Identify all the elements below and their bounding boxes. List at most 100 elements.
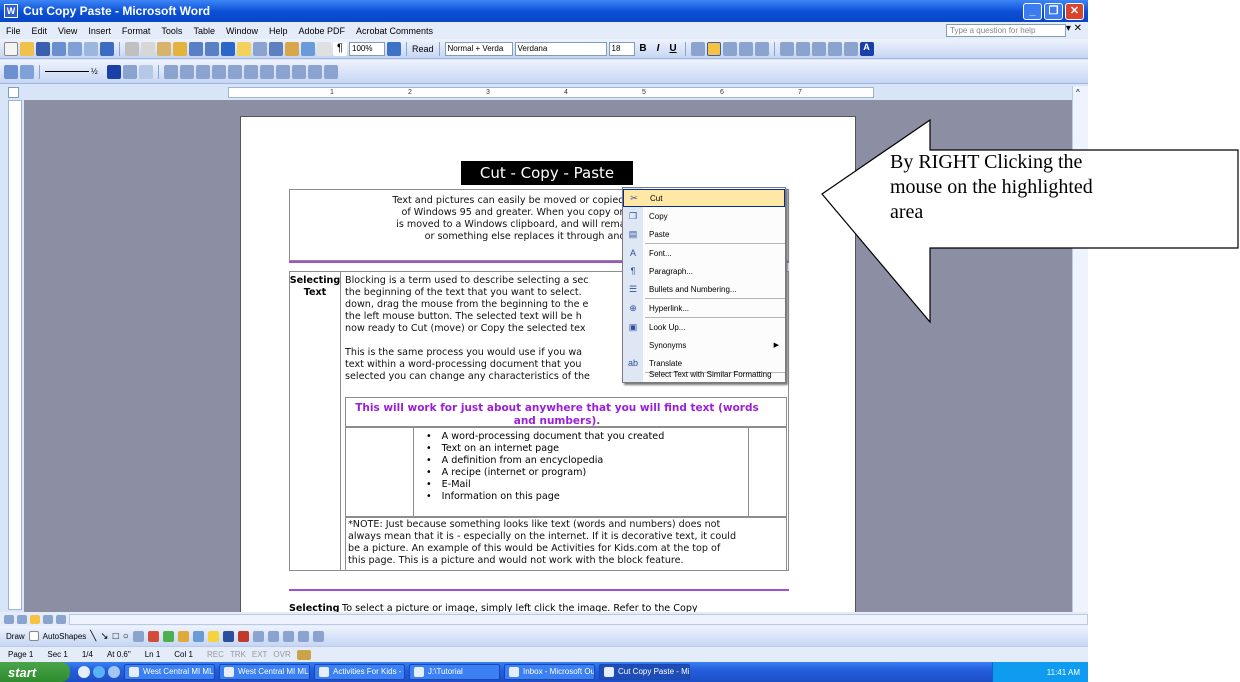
- hyperlink-icon[interactable]: [221, 41, 235, 56]
- copy-icon[interactable]: [141, 41, 155, 56]
- menu-window[interactable]: Window: [226, 26, 258, 36]
- ctx-cut[interactable]: ✂ Cut: [623, 189, 785, 207]
- distribute-columns-icon[interactable]: [244, 64, 258, 79]
- draw-menu[interactable]: Draw: [6, 632, 25, 641]
- autosum-icon[interactable]: [324, 64, 338, 79]
- ctx-bullets[interactable]: ☰ Bullets and Numbering...: [623, 280, 785, 298]
- status-ext[interactable]: EXT: [252, 650, 268, 659]
- permission-icon[interactable]: [52, 41, 66, 56]
- wordart-icon[interactable]: [147, 630, 159, 642]
- outline-view-icon[interactable]: [43, 614, 53, 624]
- format-painter-icon[interactable]: [173, 41, 187, 56]
- bullets-icon[interactable]: [795, 41, 810, 56]
- underline-button[interactable]: U: [667, 43, 680, 54]
- task-west-central-1[interactable]: West Central MI MLS ...: [124, 664, 215, 680]
- shading-color-icon[interactable]: [139, 64, 153, 79]
- increase-indent-icon[interactable]: [827, 41, 842, 56]
- italic-button[interactable]: I: [652, 43, 665, 54]
- ctx-font[interactable]: A Font...: [623, 244, 785, 262]
- shadow-style-icon[interactable]: [297, 630, 309, 642]
- border-icon[interactable]: [843, 41, 858, 56]
- oval-tool-icon[interactable]: ○: [123, 631, 129, 642]
- ctx-paste[interactable]: ▤ Paste: [623, 225, 785, 243]
- restore-button[interactable]: ❐: [1044, 3, 1063, 20]
- line-color-icon[interactable]: [222, 630, 234, 642]
- horizontal-scrollbar[interactable]: [69, 613, 1088, 625]
- align-center-icon[interactable]: [706, 41, 721, 56]
- status-trk[interactable]: TRK: [230, 650, 246, 659]
- desktop-icon[interactable]: [78, 666, 90, 678]
- arrow-style-icon[interactable]: [282, 630, 294, 642]
- ctx-lookup[interactable]: ▣ Look Up...: [623, 318, 785, 336]
- eraser-icon[interactable]: [20, 64, 34, 79]
- sort-ascending-icon[interactable]: [292, 64, 306, 79]
- diagram-icon[interactable]: [162, 630, 174, 642]
- web-view-icon[interactable]: [17, 614, 27, 624]
- ctx-paragraph[interactable]: ¶ Paragraph...: [623, 262, 785, 280]
- split-cells-icon[interactable]: [196, 64, 210, 79]
- normal-view-icon[interactable]: [4, 614, 14, 624]
- draw-font-color-icon[interactable]: [237, 630, 249, 642]
- insert-table-icon[interactable]: [253, 41, 267, 56]
- align-right-icon[interactable]: [722, 41, 737, 56]
- line-spacing-icon[interactable]: [754, 41, 769, 56]
- numbering-icon[interactable]: [779, 41, 794, 56]
- merge-cells-icon[interactable]: [180, 64, 194, 79]
- line-weight-icon[interactable]: ½: [91, 67, 105, 76]
- help-icon[interactable]: [387, 41, 401, 56]
- menu-adobe-pdf[interactable]: Adobe PDF: [298, 26, 345, 36]
- font-size-select[interactable]: 18: [608, 41, 635, 56]
- tables-borders-icon[interactable]: [237, 41, 251, 56]
- spelling-icon[interactable]: [100, 41, 114, 56]
- drawing-icon[interactable]: [301, 41, 315, 56]
- task-tutorial-folder[interactable]: J:\Tutorial: [409, 664, 500, 680]
- reading-view-icon[interactable]: [56, 614, 66, 624]
- cut-icon[interactable]: [125, 41, 139, 56]
- ctx-synonyms[interactable]: Synonyms ▶: [623, 336, 785, 354]
- ie-icon[interactable]: [93, 666, 105, 678]
- show-hide-icon[interactable]: ¶: [333, 41, 347, 56]
- close-doc-icon[interactable]: ▾ ✕: [1066, 23, 1082, 34]
- task-west-central-2[interactable]: West Central MI MLS ...: [219, 664, 310, 680]
- scroll-up-icon[interactable]: ^: [1076, 88, 1080, 97]
- ctx-copy[interactable]: ❐ Copy: [623, 207, 785, 225]
- fill-color-icon[interactable]: [207, 630, 219, 642]
- clipart-icon[interactable]: [177, 630, 189, 642]
- outside-border-icon[interactable]: [123, 64, 137, 79]
- picture-icon[interactable]: [192, 630, 204, 642]
- tab-selector-icon[interactable]: [8, 87, 19, 98]
- sort-descending-icon[interactable]: [308, 64, 322, 79]
- status-ovr[interactable]: OVR: [273, 650, 290, 659]
- media-icon[interactable]: [108, 666, 120, 678]
- menu-tools[interactable]: Tools: [161, 26, 182, 36]
- line-style-icon[interactable]: [45, 71, 89, 72]
- autoshapes-menu[interactable]: AutoShapes: [43, 632, 87, 641]
- open-icon[interactable]: [20, 41, 34, 56]
- undo-icon[interactable]: [189, 41, 203, 56]
- insert-excel-icon[interactable]: [269, 41, 283, 56]
- table-autoformat-icon[interactable]: [260, 64, 274, 79]
- dash-style-icon[interactable]: [267, 630, 279, 642]
- menu-edit[interactable]: Edit: [32, 26, 48, 36]
- print-icon[interactable]: [68, 41, 82, 56]
- justify-icon[interactable]: [738, 41, 753, 56]
- ctx-select-similar[interactable]: Select Text with Similar Formatting: [623, 366, 785, 382]
- font-select[interactable]: Verdana: [514, 41, 607, 56]
- status-rec[interactable]: REC: [207, 650, 224, 659]
- save-icon[interactable]: [36, 41, 50, 56]
- menu-acrobat-comments[interactable]: Acrobat Comments: [356, 26, 433, 36]
- menu-format[interactable]: Format: [122, 26, 151, 36]
- select-objects-icon[interactable]: [28, 631, 39, 641]
- distribute-rows-icon[interactable]: [228, 64, 242, 79]
- print-preview-icon[interactable]: [84, 41, 98, 56]
- read-button[interactable]: Read: [412, 44, 434, 54]
- menu-view[interactable]: View: [58, 26, 77, 36]
- minimize-button[interactable]: _: [1023, 3, 1042, 20]
- bold-button[interactable]: B: [637, 43, 650, 54]
- new-icon[interactable]: [4, 41, 18, 56]
- arrow-tool-icon[interactable]: ↘: [100, 631, 108, 642]
- menu-help[interactable]: Help: [269, 26, 288, 36]
- textbox-icon[interactable]: [132, 630, 144, 642]
- ctx-hyperlink[interactable]: ⊕ Hyperlink...: [623, 299, 785, 317]
- rectangle-tool-icon[interactable]: □: [113, 631, 119, 642]
